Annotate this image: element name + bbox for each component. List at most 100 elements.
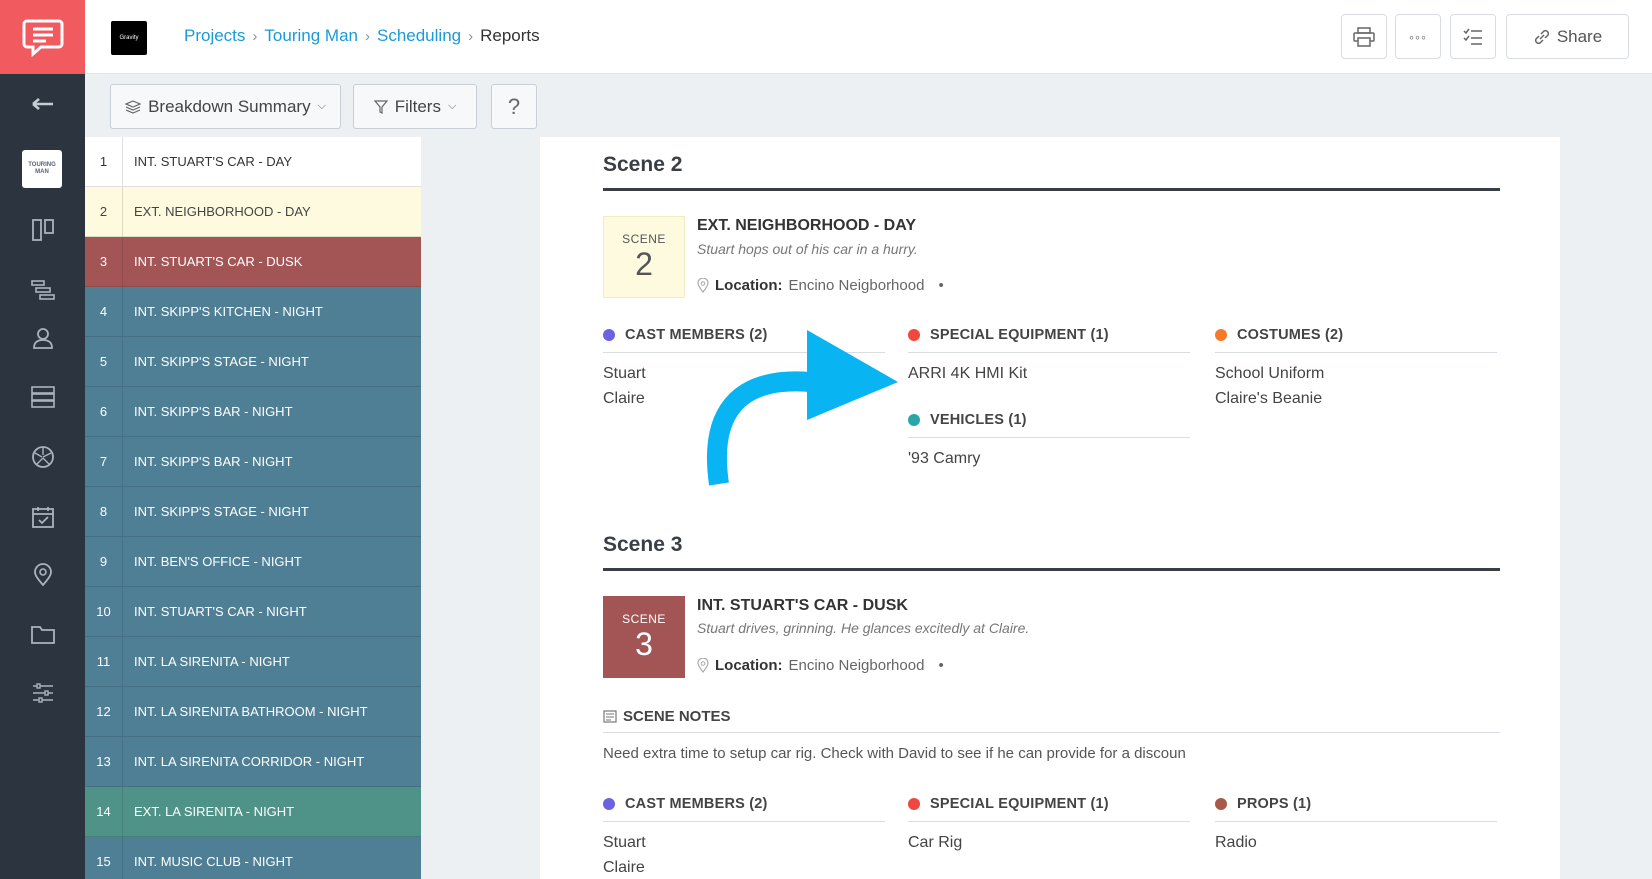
- help-icon: ?: [507, 93, 521, 119]
- scene-3-location: Location: Encino Neigborhood •: [697, 657, 944, 674]
- scene-row-number: 11: [85, 637, 123, 686]
- help-button[interactable]: ?: [491, 84, 537, 129]
- filters-label: Filters: [394, 96, 441, 116]
- chevron-right-icon: ›: [468, 27, 474, 45]
- breakdown-summary-label: Breakdown Summary: [148, 96, 311, 116]
- costume-item[interactable]: Claire's Beanie: [1215, 386, 1497, 411]
- scene-row[interactable]: 4 INT. SKIPP'S KITCHEN - NIGHT: [85, 287, 421, 337]
- stripboard-icon[interactable]: [0, 270, 85, 310]
- back-arrow-icon[interactable]: [0, 88, 85, 120]
- props-dot: [1215, 798, 1227, 810]
- filters-dropdown[interactable]: Filters ⌵: [353, 84, 477, 129]
- printer-icon: [1353, 26, 1375, 47]
- scene-row-number: 5: [85, 337, 123, 386]
- note-icon: [603, 710, 617, 723]
- scene-row-number: 14: [85, 787, 123, 836]
- scene-row[interactable]: 1 INT. STUART'S CAR - DAY: [85, 137, 421, 187]
- report-toolbar: Breakdown Summary ⌵ Filters ⌵ ?: [85, 74, 1652, 137]
- breadcrumb-project[interactable]: Touring Man: [264, 26, 358, 46]
- scene-row-name: EXT. LA SIRENITA - NIGHT: [134, 804, 295, 819]
- scene-row-number: 9: [85, 537, 123, 586]
- scene-row[interactable]: 5 INT. SKIPP'S STAGE - NIGHT: [85, 337, 421, 387]
- scene-row[interactable]: 9 INT. BEN'S OFFICE - NIGHT: [85, 537, 421, 587]
- calendar-icon[interactable]: [0, 497, 85, 537]
- scene-row[interactable]: 14 EXT. LA SIRENITA - NIGHT: [85, 787, 421, 837]
- cast-dot: [603, 798, 615, 810]
- scene-box-number: 2: [635, 246, 653, 282]
- scene-list: 1 INT. STUART'S CAR - DAY 2 EXT. NEIGHBORHO…: [85, 137, 421, 879]
- layers-icon: [125, 99, 142, 114]
- top-header: Gravity Projects › Touring Man › Schedul…: [85, 0, 1652, 74]
- equipment-item[interactable]: ARRI 4K HMI Kit: [908, 361, 1190, 386]
- elements-list-icon[interactable]: [0, 377, 85, 417]
- scene-row[interactable]: 10 INT. STUART'S CAR - NIGHT: [85, 587, 421, 637]
- scene-row-name: INT. STUART'S CAR - DUSK: [134, 254, 303, 269]
- scene-2-number-box: SCENE 2: [603, 216, 685, 298]
- scene-row-number: 12: [85, 687, 123, 736]
- equipment-item[interactable]: Car Rig: [908, 830, 1190, 855]
- breadcrumb-projects[interactable]: Projects: [184, 26, 245, 46]
- scene-row-number: 2: [85, 187, 123, 236]
- scene-notes-text: Need extra time to setup car rig. Check …: [603, 745, 1186, 762]
- scene-row[interactable]: 6 INT. SKIPP'S BAR - NIGHT: [85, 387, 421, 437]
- costume-item[interactable]: School Uniform: [1215, 361, 1497, 386]
- company-logo: Gravity: [111, 21, 147, 55]
- scene-2-description: Stuart hops out of his car in a hurry.: [697, 241, 918, 257]
- location-value: Encino Neigborhood: [788, 277, 925, 294]
- costumes-heading: COSTUMES (2): [1237, 327, 1344, 343]
- scene-row-name: INT. SKIPP'S STAGE - NIGHT: [134, 354, 309, 369]
- scene-row[interactable]: 3 INT. STUART'S CAR - DUSK: [85, 237, 421, 287]
- share-label: Share: [1556, 26, 1603, 46]
- more-options-button[interactable]: ◦◦◦: [1395, 14, 1441, 59]
- checklist-button[interactable]: [1450, 14, 1496, 59]
- icon-rail: TOURING MAN: [0, 0, 85, 879]
- prop-item[interactable]: Radio: [1215, 830, 1497, 855]
- cast-heading: CAST MEMBERS (2): [625, 796, 768, 812]
- scene-row[interactable]: 2 EXT. NEIGHBORHOOD - DAY: [85, 187, 421, 237]
- scene-row[interactable]: 7 INT. SKIPP'S BAR - NIGHT: [85, 437, 421, 487]
- vehicle-item[interactable]: '93 Camry: [908, 446, 1190, 471]
- location-pin-icon[interactable]: [0, 555, 85, 595]
- cast-item[interactable]: Stuart: [603, 830, 885, 855]
- scene-row[interactable]: 15 INT. MUSIC CLUB - NIGHT: [85, 837, 421, 879]
- settings-sliders-icon[interactable]: [0, 673, 85, 713]
- print-button[interactable]: [1341, 14, 1387, 59]
- scene-row[interactable]: 11 INT. LA SIRENITA - NIGHT: [85, 637, 421, 687]
- scene-row-name: EXT. NEIGHBORHOOD - DAY: [134, 204, 311, 219]
- scene-row-name: INT. MUSIC CLUB - NIGHT: [134, 854, 293, 869]
- scene-3-divider: [603, 568, 1500, 571]
- shot-list-icon[interactable]: [0, 437, 85, 477]
- scene-row-number: 10: [85, 587, 123, 636]
- scene-row-name: INT. LA SIRENITA CORRIDOR - NIGHT: [134, 754, 365, 769]
- vehicles-heading: VEHICLES (1): [930, 412, 1027, 428]
- chevron-right-icon: ›: [252, 27, 258, 45]
- folder-icon[interactable]: [0, 614, 85, 654]
- scene-row[interactable]: 13 INT. LA SIRENITA CORRIDOR - NIGHT: [85, 737, 421, 787]
- breadcrumb-current: Reports: [480, 26, 540, 45]
- scene-3-number-box: SCENE 3: [603, 596, 685, 678]
- scene-2-slugline: EXT. NEIGHBORHOOD - DAY: [697, 217, 916, 234]
- link-icon: [1534, 29, 1549, 44]
- project-thumbnail[interactable]: TOURING MAN: [22, 150, 62, 188]
- cast-item[interactable]: Claire: [603, 855, 885, 879]
- share-button[interactable]: Share: [1506, 14, 1629, 59]
- props-heading: PROPS (1): [1237, 796, 1312, 812]
- board-icon[interactable]: [0, 210, 85, 250]
- scene-row[interactable]: 12 INT. LA SIRENITA BATHROOM - NIGHT: [85, 687, 421, 737]
- scene-row-number: 6: [85, 387, 123, 436]
- breadcrumb-scheduling[interactable]: Scheduling: [377, 26, 461, 46]
- scene-box-number: 3: [635, 626, 653, 662]
- location-label: Location:: [715, 657, 783, 674]
- breakdown-summary-dropdown[interactable]: Breakdown Summary ⌵: [110, 84, 341, 129]
- scene-row[interactable]: 8 INT. SKIPP'S STAGE - NIGHT: [85, 487, 421, 537]
- scene-2-location: Location: Encino Neigborhood •: [697, 277, 944, 294]
- scene-3-description: Stuart drives, grinning. He glances exci…: [697, 620, 1030, 636]
- annotation-arrow-icon: [706, 330, 898, 486]
- ellipsis-icon: ◦◦◦: [1409, 28, 1427, 45]
- scene-row-name: INT. BEN'S OFFICE - NIGHT: [134, 554, 302, 569]
- contacts-icon[interactable]: [0, 318, 85, 358]
- cast-dot: [603, 329, 615, 341]
- app-logo-icon[interactable]: [0, 0, 85, 74]
- scene-row-name: INT. STUART'S CAR - DAY: [134, 154, 293, 169]
- scene-3-heading: Scene 3: [603, 533, 683, 556]
